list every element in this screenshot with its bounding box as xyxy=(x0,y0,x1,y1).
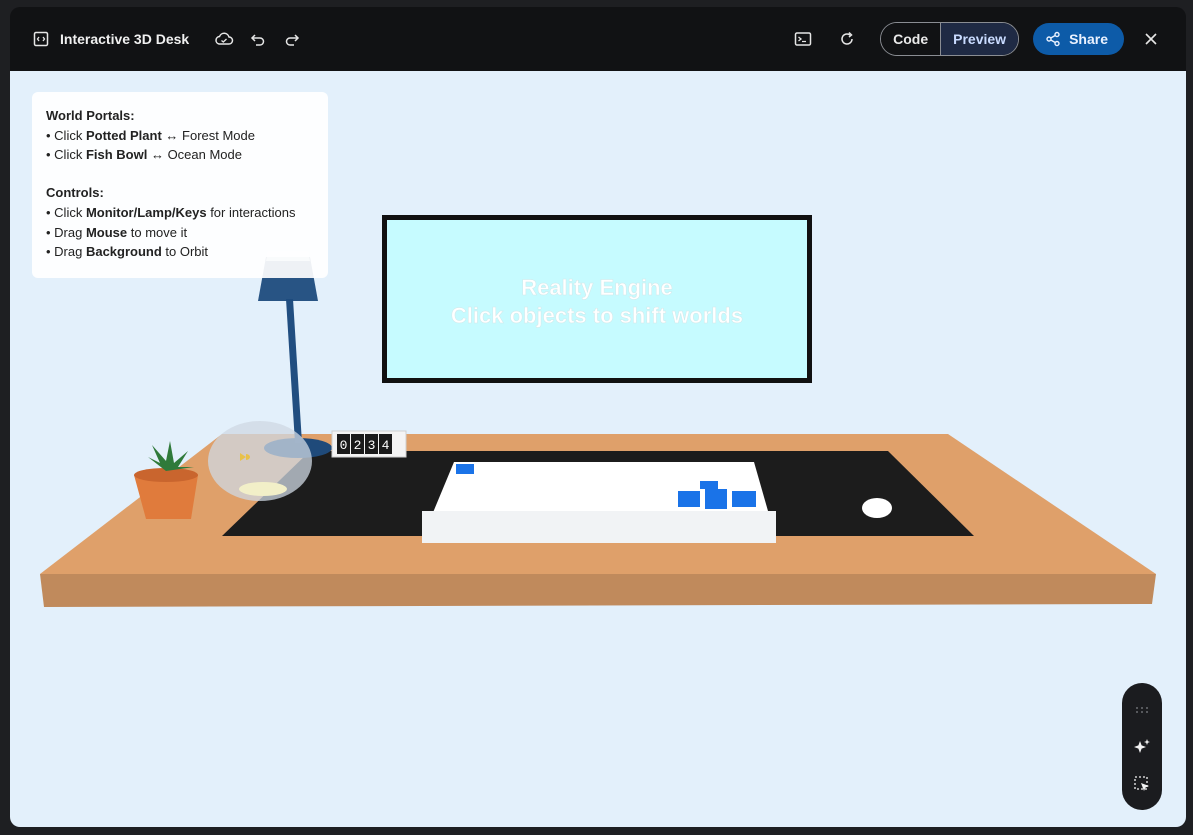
monitor[interactable]: Reality Engine Click objects to shift wo… xyxy=(382,215,812,383)
keyboard[interactable] xyxy=(422,462,776,543)
code-file-icon xyxy=(32,30,50,48)
app-window: Interactive 3D Desk Code Preview Share R… xyxy=(10,7,1186,827)
terminal-button[interactable] xyxy=(786,22,820,56)
app-title: Interactive 3D Desk xyxy=(60,31,190,47)
close-button[interactable] xyxy=(1134,22,1168,56)
top-bar: Interactive 3D Desk Code Preview Share xyxy=(10,7,1186,71)
code-tab[interactable]: Code xyxy=(881,23,941,55)
portal-item-plant: • Click Potted Plant ↔ Forest Mode xyxy=(46,128,255,143)
ai-sparkle-button[interactable] xyxy=(1130,735,1154,759)
cloud-save-button[interactable] xyxy=(207,22,241,56)
control-item-interact: • Click Monitor/Lamp/Keys for interactio… xyxy=(46,205,296,220)
drag-handle-button[interactable] xyxy=(1130,698,1154,722)
floating-toolbar xyxy=(1122,683,1162,810)
view-toggle: Code Preview xyxy=(880,22,1020,56)
share-label: Share xyxy=(1069,31,1108,47)
preview-tab[interactable]: Preview xyxy=(940,23,1019,55)
select-element-icon xyxy=(1134,775,1149,791)
controls-heading: Controls: xyxy=(46,185,104,200)
drag-handle-icon xyxy=(1136,706,1148,713)
monitor-line-2: Click objects to shift worlds xyxy=(451,303,743,328)
preview-canvas[interactable]: Reality Engine Click objects to shift wo… xyxy=(10,71,1186,827)
counter-digit-4: 4 xyxy=(382,438,390,453)
potted-plant[interactable] xyxy=(134,441,198,519)
portals-heading: World Portals: xyxy=(46,108,135,123)
computer-mouse[interactable] xyxy=(862,498,892,518)
undo-button[interactable] xyxy=(241,22,275,56)
cloud-icon xyxy=(215,32,234,45)
select-element-button[interactable] xyxy=(1130,772,1154,796)
refresh-icon xyxy=(841,31,853,45)
counter-digit-1: 0 xyxy=(340,438,348,453)
fish-bowl[interactable] xyxy=(208,421,312,501)
flip-counter[interactable]: 0 2 3 4 xyxy=(331,430,407,458)
sparkle-icon xyxy=(1134,738,1150,753)
info-panel: World Portals: • Click Potted Plant ↔ Fo… xyxy=(32,92,328,278)
control-item-orbit: • Drag Background to Orbit xyxy=(46,244,209,259)
desk-front xyxy=(40,574,1156,607)
undo-icon xyxy=(251,34,265,46)
redo-icon xyxy=(285,34,300,46)
control-item-mouse: • Drag Mouse to move it xyxy=(46,225,188,240)
share-icon xyxy=(1046,31,1060,47)
redo-button[interactable] xyxy=(275,22,309,56)
counter-digit-3: 3 xyxy=(368,438,376,453)
terminal-icon xyxy=(794,32,812,46)
monitor-line-1: Reality Engine xyxy=(521,275,673,300)
counter-digit-2: 2 xyxy=(354,438,362,453)
share-button[interactable]: Share xyxy=(1033,23,1124,55)
refresh-button[interactable] xyxy=(830,22,864,56)
close-icon xyxy=(1145,33,1157,45)
portal-item-fishbowl: • Click Fish Bowl ↔ Ocean Mode xyxy=(46,147,242,162)
